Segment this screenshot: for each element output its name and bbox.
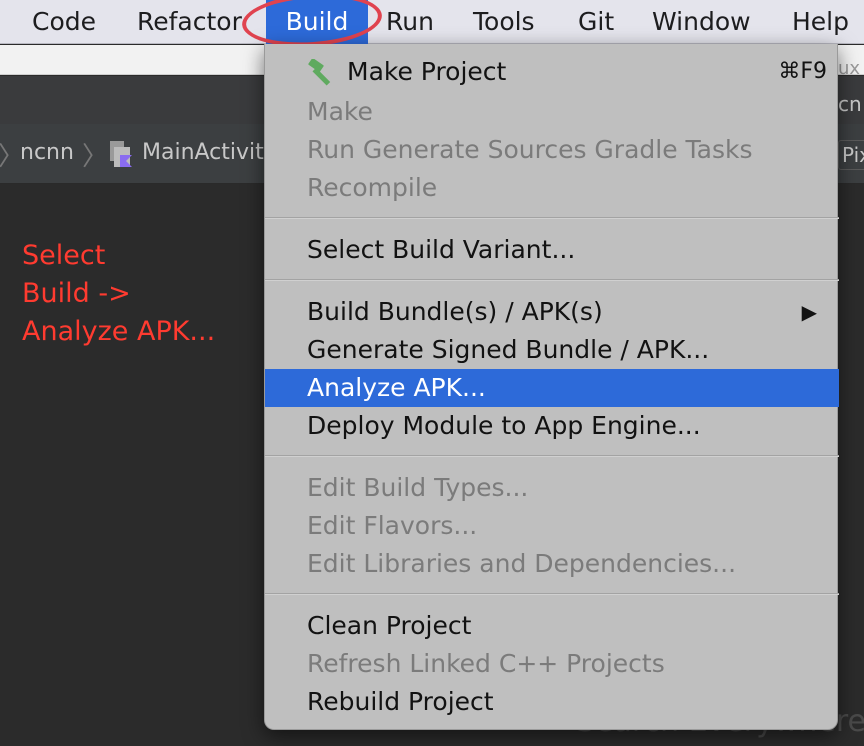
menu-item-build-bundles[interactable]: Build Bundle(s) / APK(s) ▶: [265, 293, 839, 331]
menu-item-clean-project[interactable]: Clean Project: [265, 607, 839, 645]
menu-item-select-build-variant[interactable]: Select Build Variant...: [265, 231, 839, 269]
menu-item-refresh-linked[interactable]: Refresh Linked C++ Projects: [265, 645, 839, 683]
menu-build[interactable]: Build: [266, 0, 368, 44]
menu-item-label: Deploy Module to App Engine...: [307, 411, 701, 440]
menu-item-label: Generate Signed Bundle / APK...: [307, 335, 710, 364]
chevron-right-icon: 〉: [82, 142, 109, 172]
menu-item-label: Analyze APK...: [307, 373, 486, 402]
breadcrumb-file[interactable]: MainActivit: [142, 140, 264, 165]
menu-item-recompile[interactable]: Recompile: [265, 169, 839, 207]
menu-git[interactable]: Git: [578, 0, 614, 44]
menu-item-make-project[interactable]: Make Project ⌘F9: [265, 53, 839, 91]
menu-help[interactable]: Help: [792, 0, 849, 44]
hammer-icon: [308, 59, 331, 86]
tab-text-fragment: cn: [838, 92, 862, 116]
pixel-tab[interactable]: Pix: [838, 140, 864, 170]
menu-separator: [265, 279, 839, 281]
menu-window[interactable]: Window: [652, 0, 751, 44]
menu-item-edit-flavors[interactable]: Edit Flavors...: [265, 507, 839, 545]
menu-item-label: Edit Build Types...: [307, 473, 529, 502]
screenshot-root: Code Refactor Build Run Tools Git Window…: [0, 0, 864, 746]
menu-item-label: Clean Project: [307, 611, 472, 640]
menu-item-label: Rebuild Project: [307, 687, 494, 716]
instruction-line-3: Analyze APK...: [22, 316, 216, 347]
menu-item-generate-signed[interactable]: Generate Signed Bundle / APK...: [265, 331, 839, 369]
menu-separator: [265, 455, 839, 457]
menu-item-edit-libraries[interactable]: Edit Libraries and Dependencies...: [265, 545, 839, 583]
menu-item-label: Make Project: [347, 57, 507, 86]
shortcut-label: ⌘F9: [778, 59, 827, 84]
menu-item-label: Make: [307, 97, 373, 126]
menu-item-label: Build Bundle(s) / APK(s): [307, 297, 603, 326]
menu-item-label: Run Generate Sources Gradle Tasks: [307, 135, 753, 164]
menu-item-deploy-module[interactable]: Deploy Module to App Engine...: [265, 407, 839, 445]
menu-item-edit-build-types[interactable]: Edit Build Types...: [265, 469, 839, 507]
submenu-arrow-icon: ▶: [801, 300, 817, 324]
instruction-line-1: Select: [22, 240, 106, 271]
menu-item-label: Refresh Linked C++ Projects: [307, 649, 665, 678]
menu-refactor[interactable]: Refactor: [137, 0, 242, 44]
menu-separator: [265, 217, 839, 219]
menu-item-run-generate-sources[interactable]: Run Generate Sources Gradle Tasks: [265, 131, 839, 169]
menu-tools[interactable]: Tools: [473, 0, 535, 44]
breadcrumb-project[interactable]: ncnn: [20, 140, 74, 165]
menu-item-label: Recompile: [307, 173, 438, 202]
menu-item-label: Edit Libraries and Dependencies...: [307, 549, 737, 578]
menu-bar: Code Refactor Build Run Tools Git Window…: [0, 0, 864, 44]
kotlin-class-icon: [110, 141, 132, 167]
menu-item-analyze-apk[interactable]: Analyze APK...: [265, 369, 839, 407]
menu-code[interactable]: Code: [32, 0, 96, 44]
menu-separator: [265, 593, 839, 595]
build-menu: Make Project ⌘F9 Make Run Generate Sourc…: [264, 44, 839, 730]
menu-item-label: Select Build Variant...: [307, 235, 576, 264]
menu-item-rebuild-project[interactable]: Rebuild Project: [265, 683, 839, 721]
menu-run[interactable]: Run: [386, 0, 434, 44]
menu-item-label: Edit Flavors...: [307, 511, 478, 540]
pixel-tab-label: Pix: [842, 143, 864, 167]
instruction-line-2: Build ->: [22, 278, 131, 309]
menu-item-make[interactable]: Make: [265, 93, 839, 131]
